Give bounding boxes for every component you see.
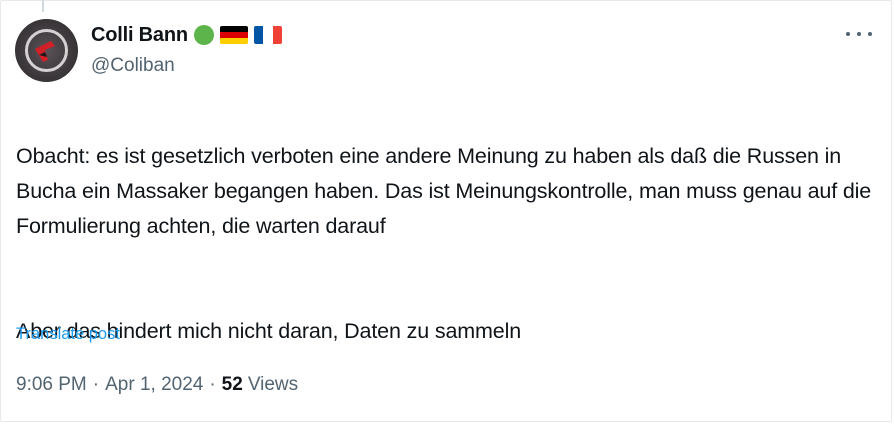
post-time[interactable]: 9:06 PM [16, 374, 87, 396]
green-circle-icon [193, 25, 214, 45]
more-options-icon[interactable] [846, 24, 872, 44]
avatar[interactable] [15, 19, 78, 82]
meta-separator: · [209, 374, 216, 395]
post-date[interactable]: Apr 1, 2024 [105, 374, 203, 396]
author-handle[interactable]: @Coliban [91, 55, 175, 77]
translate-post-link[interactable]: Translate post [16, 325, 120, 344]
post-paragraph-2: Aber das hindert mich nicht daran, Daten… [16, 319, 522, 343]
views-label: Views [247, 374, 299, 395]
author-name-row: Colli Bann [91, 22, 282, 48]
post-paragraph-1: Obacht: es ist gesetzlich verboten eine … [16, 144, 872, 238]
france-flag-icon [253, 26, 282, 44]
thread-connector-line [42, 0, 44, 12]
meta-separator: · [92, 374, 100, 395]
avatar-logo-icon [25, 29, 68, 72]
post-text: Obacht: es ist gesetzlich verboten eine … [16, 104, 876, 384]
post-metadata: 9:06 PM · Apr 1, 2024 · 52 Views [16, 374, 298, 396]
views-count[interactable]: 52 [222, 374, 243, 396]
author-display-name[interactable]: Colli Bann [91, 24, 188, 47]
germany-flag-icon [219, 26, 248, 44]
